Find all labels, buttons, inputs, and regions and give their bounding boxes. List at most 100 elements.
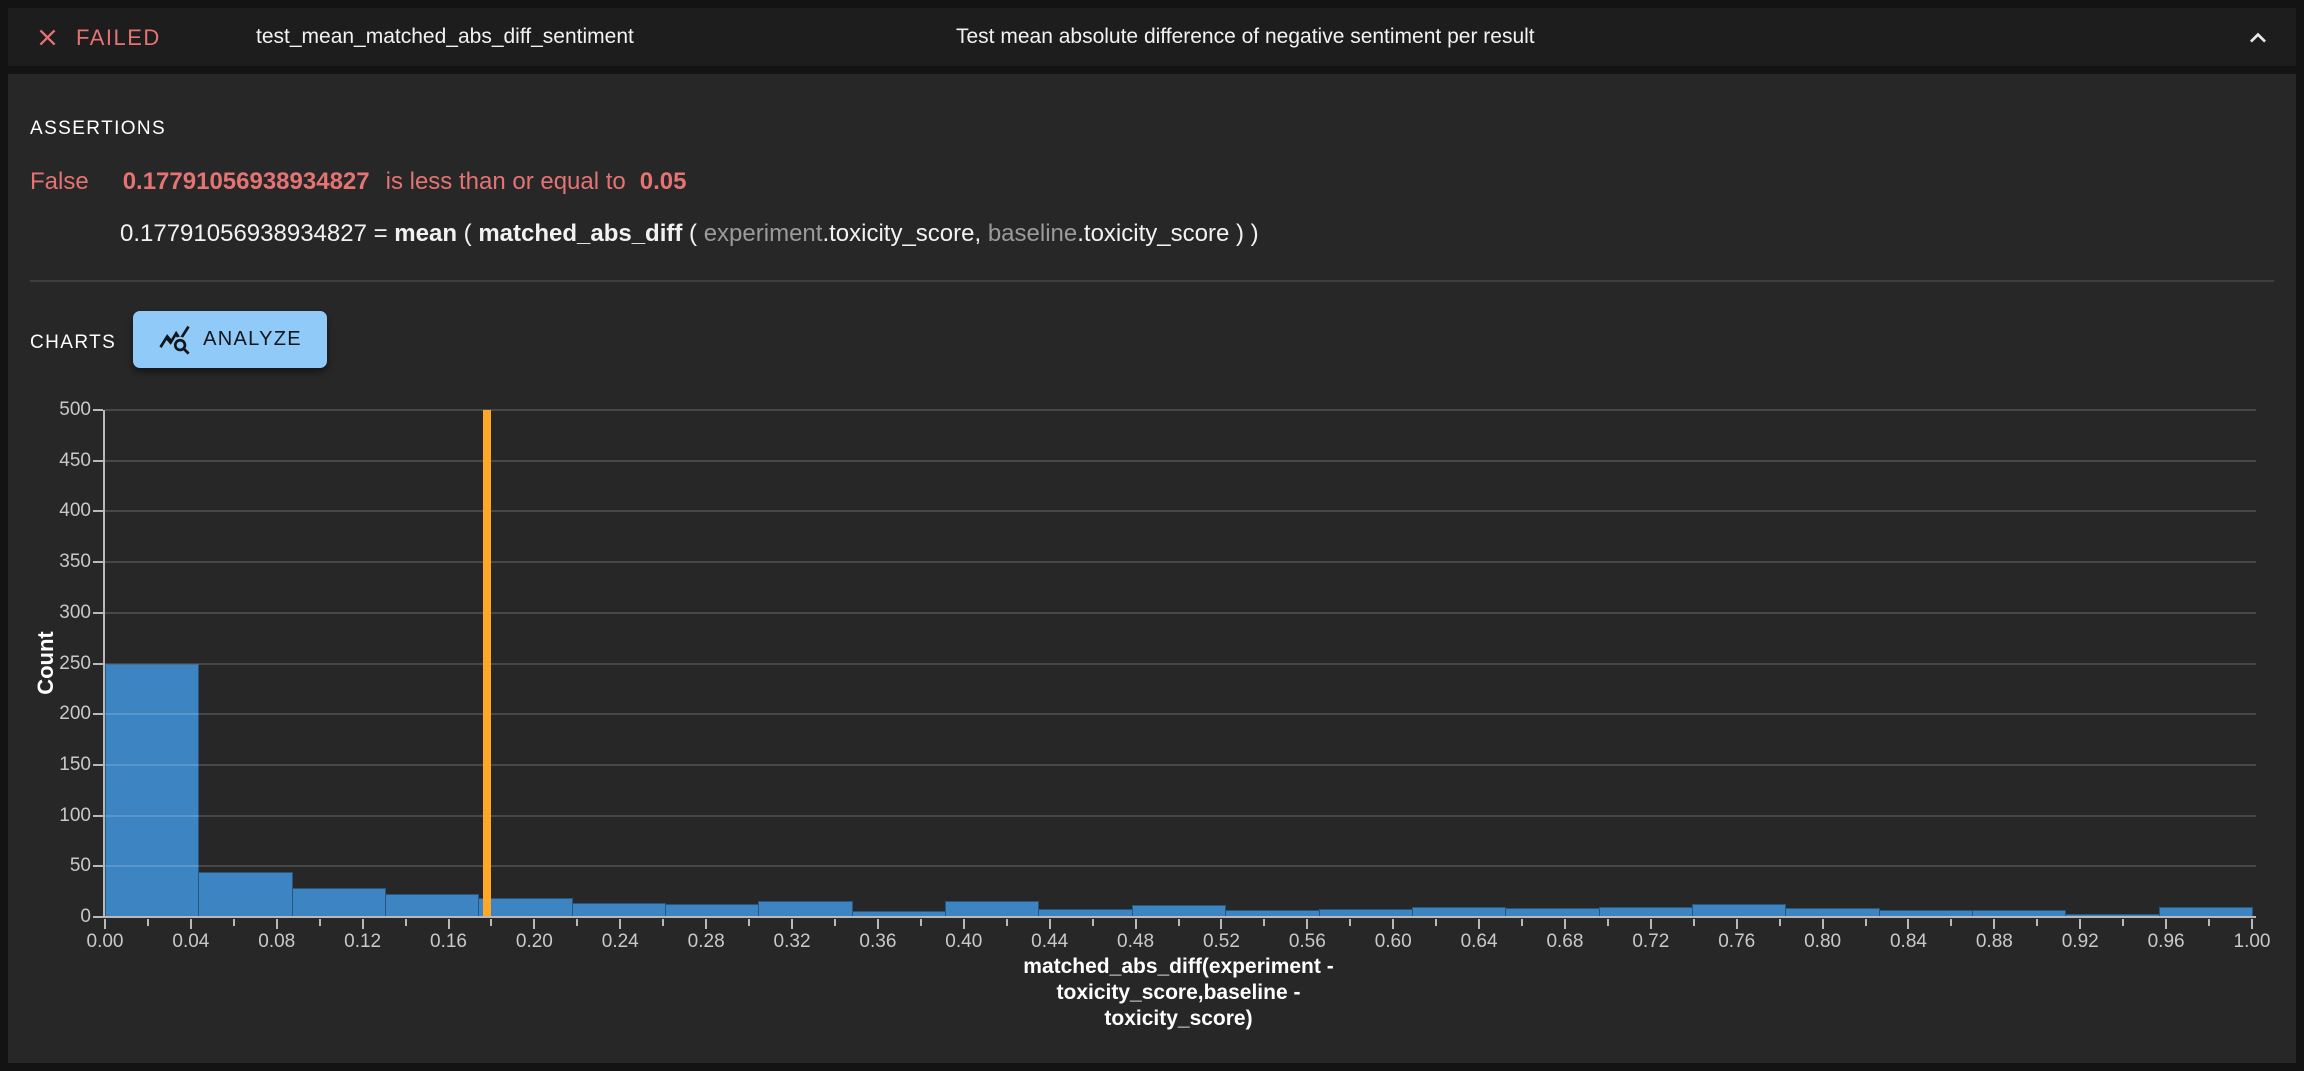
y-tick-label: 450 xyxy=(41,450,91,472)
x-axis-tick xyxy=(1478,919,1480,929)
x-axis-minor-tick xyxy=(1521,919,1523,926)
test-detail-body: ASSERTIONS False0.17791056938934827is le… xyxy=(8,74,2296,1063)
chevron-up-icon[interactable] xyxy=(2242,22,2274,54)
x-axis-minor-tick xyxy=(233,919,235,926)
test-name: test_mean_matched_abs_diff_sentiment xyxy=(256,25,634,49)
x-axis-minor-tick xyxy=(2036,919,2038,926)
x-axis-tick xyxy=(448,919,450,929)
x-tick-label: 0.40 xyxy=(924,931,1004,953)
x-axis-tick xyxy=(1993,919,1995,929)
x-axis-tick xyxy=(104,919,106,929)
y-tick-label: 400 xyxy=(41,500,91,522)
test-description: Test mean absolute difference of negativ… xyxy=(956,25,1535,49)
section-divider xyxy=(30,280,2274,282)
formula-part: ( xyxy=(457,220,478,247)
x-axis-tick xyxy=(877,919,879,929)
x-tick-label: 0.92 xyxy=(2040,931,2120,953)
x-tick-label: 0.80 xyxy=(1783,931,1863,953)
x-tick-label: 0.00 xyxy=(65,931,145,953)
test-header[interactable]: FAILED test_mean_matched_abs_diff_sentim… xyxy=(8,8,2296,66)
gridline xyxy=(105,663,2256,665)
x-axis-minor-tick xyxy=(1950,919,1952,926)
x-axis-tick xyxy=(2251,919,2253,929)
formula-part: .toxicity_score ) ) xyxy=(1077,220,1258,247)
gridline xyxy=(105,561,2256,563)
x-axis-title: matched_abs_diff(experiment -toxicity_sc… xyxy=(105,954,2252,1032)
x-tick-label: 0.24 xyxy=(580,931,660,953)
y-axis-tick xyxy=(93,460,103,462)
x-tick-label: 0.84 xyxy=(1868,931,1948,953)
x-axis-title-line: matched_abs_diff(experiment - xyxy=(105,954,2252,980)
x-axis-minor-tick xyxy=(1435,919,1437,926)
x-tick-label: 0.96 xyxy=(2126,931,2206,953)
histogram-bar xyxy=(198,872,292,917)
x-axis-tick xyxy=(1135,919,1137,929)
y-axis-tick xyxy=(93,612,103,614)
gridline xyxy=(105,713,2256,715)
x-axis-line xyxy=(103,916,2256,918)
x-axis-minor-tick xyxy=(748,919,750,926)
x-tick-label: 0.08 xyxy=(237,931,317,953)
x-axis-tick xyxy=(2165,919,2167,929)
x-tick-label: 0.36 xyxy=(838,931,918,953)
x-axis-tick xyxy=(1220,919,1222,929)
query-stats-icon xyxy=(158,323,191,356)
status-label: FAILED xyxy=(76,25,161,51)
gridline xyxy=(105,460,2256,462)
x-axis-title-line: toxicity_score,baseline - xyxy=(105,980,2252,1006)
x-axis-tick xyxy=(276,919,278,929)
x-tick-label: 1.00 xyxy=(2212,931,2292,953)
x-axis-minor-tick xyxy=(1607,919,1609,926)
x-axis-minor-tick xyxy=(490,919,492,926)
close-icon[interactable] xyxy=(34,24,61,51)
formula-part: .toxicity_score, xyxy=(822,220,987,247)
y-axis-tick xyxy=(93,510,103,512)
x-axis-tick xyxy=(1306,919,1308,929)
x-axis-minor-tick xyxy=(2208,919,2210,926)
formula-part: 0.17791056938934827 = xyxy=(120,220,394,247)
histogram-bar xyxy=(385,894,479,917)
analyze-button[interactable]: ANALYZE xyxy=(133,311,327,368)
y-tick-label: 50 xyxy=(41,855,91,877)
x-axis-minor-tick xyxy=(662,919,664,926)
y-tick-label: 150 xyxy=(41,754,91,776)
x-axis-minor-tick xyxy=(1263,919,1265,926)
histogram-bar xyxy=(105,664,199,918)
x-axis-tick xyxy=(362,919,364,929)
x-axis-tick xyxy=(1907,919,1909,929)
x-axis-minor-tick xyxy=(920,919,922,926)
x-tick-label: 0.76 xyxy=(1697,931,1777,953)
x-axis-minor-tick xyxy=(147,919,149,926)
test-result-panel: FAILED test_mean_matched_abs_diff_sentim… xyxy=(0,0,2304,1071)
x-tick-label: 0.32 xyxy=(752,931,832,953)
x-tick-label: 0.20 xyxy=(494,931,574,953)
formula-part: baseline xyxy=(988,220,1077,247)
x-tick-label: 0.88 xyxy=(1954,931,2034,953)
y-tick-label: 300 xyxy=(41,602,91,624)
x-axis-tick xyxy=(619,919,621,929)
x-tick-label: 0.48 xyxy=(1096,931,1176,953)
x-tick-label: 0.04 xyxy=(151,931,231,953)
x-tick-label: 0.16 xyxy=(409,931,489,953)
assertion-actual-value: 0.17791056938934827 xyxy=(123,168,370,195)
x-tick-label: 0.52 xyxy=(1181,931,1261,953)
y-tick-label: 200 xyxy=(41,703,91,725)
x-axis-minor-tick xyxy=(319,919,321,926)
y-tick-label: 350 xyxy=(41,551,91,573)
x-axis-minor-tick xyxy=(1779,919,1781,926)
x-axis-minor-tick xyxy=(1349,919,1351,926)
threshold-marker-line xyxy=(483,410,491,917)
x-axis-tick xyxy=(533,919,535,929)
analyze-button-label: ANALYZE xyxy=(203,328,302,351)
formula-part: ( xyxy=(682,220,703,247)
x-tick-label: 0.72 xyxy=(1611,931,1691,953)
histogram-bar xyxy=(945,901,1039,917)
y-axis-tick xyxy=(93,713,103,715)
histogram-bar xyxy=(292,888,386,917)
x-axis-tick xyxy=(1822,919,1824,929)
histogram-bar xyxy=(478,898,572,917)
y-axis-tick xyxy=(93,815,103,817)
assertion-threshold: 0.05 xyxy=(640,168,687,195)
x-tick-label: 0.60 xyxy=(1353,931,1433,953)
x-axis-tick xyxy=(705,919,707,929)
